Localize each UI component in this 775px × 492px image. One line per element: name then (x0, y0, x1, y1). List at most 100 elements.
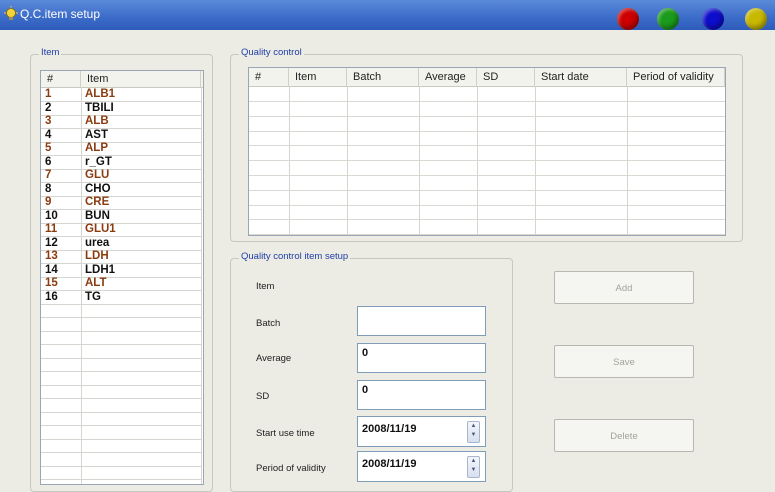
list-item[interactable]: 10 BUN (41, 210, 202, 224)
col-header-sd[interactable]: SD (477, 68, 535, 86)
title-bar: Q.C.item setup (0, 0, 775, 30)
list-item[interactable] (41, 466, 202, 480)
col-header-period-validity[interactable]: Period of validity (627, 68, 725, 86)
table-row[interactable] (249, 102, 725, 117)
col-header-item[interactable]: Item (81, 71, 201, 87)
list-item[interactable]: 14 LDH1 (41, 264, 202, 278)
list-item[interactable]: 12 urea (41, 237, 202, 251)
list-item[interactable]: 8 CHO (41, 183, 202, 197)
qc-col-divider (419, 86, 420, 235)
col-header-start-date[interactable]: Start date (535, 68, 627, 86)
table-row[interactable] (249, 220, 725, 235)
start-date-picker[interactable]: 2008/11/19 ▲ ▼ (357, 416, 486, 447)
list-item[interactable] (41, 304, 202, 318)
item-number: 2 (45, 101, 52, 114)
list-item[interactable]: 3 ALB (41, 115, 202, 129)
sd-label: SD (256, 391, 270, 402)
item-name: ALP (85, 142, 108, 154)
list-item[interactable]: 7 GLU (41, 169, 202, 183)
table-row[interactable] (249, 191, 725, 206)
list-item[interactable]: 1 ALB1 (41, 88, 202, 102)
delete-button[interactable]: Delete (554, 419, 694, 452)
add-button[interactable]: Add (554, 271, 694, 304)
qc-legend: Quality control (239, 47, 304, 58)
table-row[interactable] (249, 161, 725, 176)
validity-date-spinner-icon[interactable]: ▲ ▼ (467, 456, 480, 478)
col-header-num[interactable]: # (249, 68, 289, 86)
validity-date-picker[interactable]: 2008/11/19 ▲ ▼ (357, 451, 486, 482)
list-item[interactable] (41, 385, 202, 399)
list-item[interactable] (41, 331, 202, 345)
sd-input[interactable]: 0 (357, 380, 486, 410)
item-number: 14 (45, 263, 58, 276)
period-of-validity-label: Period of validity (256, 463, 326, 474)
list-item[interactable] (41, 345, 202, 359)
col-header-num[interactable]: # (41, 71, 81, 87)
average-label: Average (256, 353, 292, 364)
status-dot-blue[interactable] (702, 8, 724, 30)
list-item[interactable]: 6 r_GT (41, 156, 202, 170)
item-name: TG (85, 290, 101, 303)
status-dot-yellow[interactable] (745, 8, 767, 30)
list-item[interactable]: 15 ALT (41, 277, 202, 291)
item-name: GLU1 (85, 223, 116, 235)
col-header-batch[interactable]: Batch (347, 68, 419, 86)
item-number: 1 (45, 88, 52, 100)
col-header-average[interactable]: Average (419, 68, 477, 86)
list-item[interactable] (41, 412, 202, 426)
item-legend: Item (39, 47, 62, 58)
list-item[interactable]: 5 ALP (41, 142, 202, 156)
table-row[interactable] (249, 176, 725, 191)
item-number: 4 (45, 128, 52, 141)
list-item[interactable] (41, 399, 202, 413)
list-item[interactable]: 13 LDH (41, 250, 202, 264)
setup-legend: Quality control item setup (239, 251, 351, 262)
list-item[interactable] (41, 372, 202, 386)
qc-table-header: # Item Batch Average SD Start date Perio… (249, 68, 725, 87)
item-number: 5 (45, 142, 52, 154)
col-header-item[interactable]: Item (289, 68, 347, 86)
window-title: Q.C.item setup (20, 7, 101, 21)
item-name: ALB (85, 115, 109, 127)
table-row[interactable] (249, 87, 725, 102)
item-name: TBILI (85, 101, 114, 114)
list-item[interactable]: 2 TBILI (41, 102, 202, 116)
list-item[interactable] (41, 318, 202, 332)
qc-col-divider (627, 86, 628, 235)
list-item[interactable]: 9 CRE (41, 196, 202, 210)
validity-date-value: 2008/11/19 (362, 458, 417, 470)
status-dot-red[interactable] (617, 8, 639, 30)
batch-input[interactable] (357, 306, 486, 336)
start-date-spinner-icon[interactable]: ▲ ▼ (467, 421, 480, 443)
list-item[interactable]: 16 TG (41, 291, 202, 305)
list-item[interactable]: 11 GLU1 (41, 223, 202, 237)
qc-table[interactable]: # Item Batch Average SD Start date Perio… (248, 67, 726, 236)
list-item[interactable] (41, 358, 202, 372)
item-number: 13 (45, 250, 58, 262)
item-number: 8 (45, 182, 52, 195)
item-number: 6 (45, 155, 52, 168)
table-row[interactable] (249, 131, 725, 147)
item-number: 16 (45, 290, 58, 303)
status-dot-green[interactable] (657, 8, 679, 30)
list-item[interactable] (41, 439, 202, 453)
table-row[interactable] (249, 146, 725, 162)
start-date-value: 2008/11/19 (362, 423, 417, 435)
average-input[interactable]: 0 (357, 343, 486, 373)
item-name: ALB1 (85, 88, 116, 100)
table-row[interactable] (249, 117, 725, 132)
item-name: r_GT (85, 155, 112, 168)
list-item[interactable] (41, 453, 202, 467)
batch-label: Batch (256, 318, 281, 329)
list-item[interactable]: 4 AST (41, 129, 202, 143)
qc-col-divider (535, 86, 536, 235)
item-name: CHO (85, 182, 111, 195)
item-number: 9 (45, 196, 52, 208)
item-list[interactable]: # Item 1 ALB1 2 TBILI 3 ALB 4 AST 5 ALP 6 r_GT 7 GLU 8… (40, 70, 204, 485)
table-row[interactable] (249, 205, 725, 221)
item-list-header: # Item (41, 71, 203, 88)
save-button[interactable]: Save (554, 345, 694, 378)
list-item[interactable] (41, 426, 202, 440)
item-name: GLU (85, 169, 110, 181)
app-bulb-icon (4, 6, 18, 20)
